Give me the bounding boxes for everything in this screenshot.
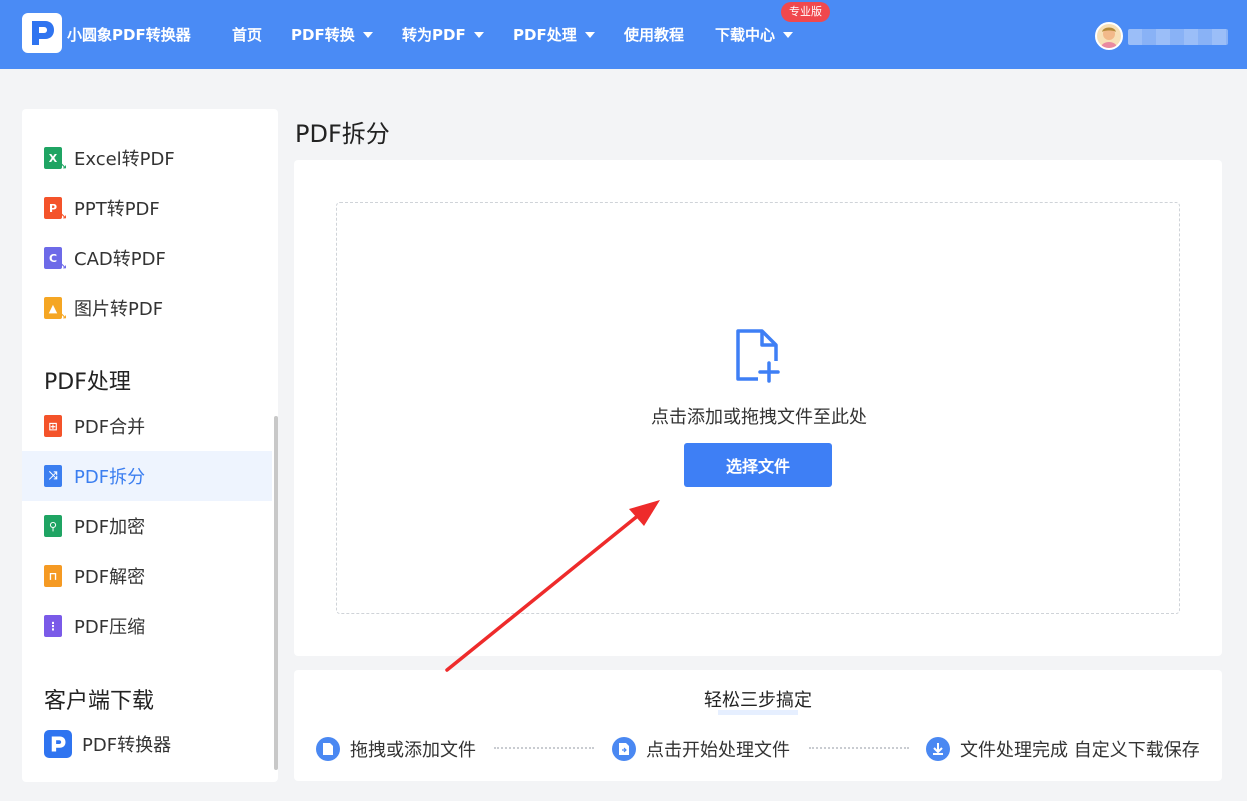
nav-download-center[interactable]: 下载中心 bbox=[715, 24, 794, 45]
user-name-blurred[interactable] bbox=[1128, 29, 1228, 45]
nav-tutorial[interactable]: 使用教程 bbox=[624, 24, 684, 45]
app-name[interactable]: 小圆象PDF转换器 bbox=[67, 24, 191, 45]
chevron-down-icon bbox=[584, 31, 595, 38]
step-label: 文件处理完成 自定义下载保存 bbox=[960, 740, 1200, 761]
sidebar-item-pdf-split[interactable]: ⤨ PDF拆分 bbox=[22, 451, 272, 501]
nav-pdf-convert[interactable]: PDF转换 bbox=[291, 24, 373, 45]
steps-title: 轻松三步搞定 bbox=[704, 690, 812, 711]
process-icon bbox=[612, 737, 636, 761]
merge-icon: ⊞ bbox=[44, 415, 62, 437]
section-title-client-download: 客户端下载 bbox=[44, 689, 155, 714]
sidebar-item-image-to-pdf[interactable]: ▲ ↘ 图片转PDF bbox=[22, 283, 272, 333]
sidebar-item-cad-to-pdf[interactable]: C ↘ CAD转PDF bbox=[22, 233, 272, 283]
sidebar-scrollbar[interactable] bbox=[274, 416, 278, 770]
app-logo-icon bbox=[44, 730, 72, 758]
sidebar-item-pdf-merge[interactable]: ⊞ PDF合并 bbox=[22, 401, 272, 451]
step-1: 拖拽或添加文件 bbox=[316, 736, 476, 762]
ppt-icon: P ↘ bbox=[44, 197, 67, 222]
add-file-icon bbox=[736, 329, 780, 383]
excel-icon: X ↘ bbox=[44, 147, 67, 172]
drop-hint: 点击添加或拖拽文件至此处 bbox=[651, 407, 867, 428]
step-label: 点击开始处理文件 bbox=[646, 740, 790, 761]
sidebar-item-label: 图片转PDF bbox=[74, 299, 164, 320]
compress-icon: ⋮ bbox=[44, 615, 62, 637]
chevron-down-icon bbox=[473, 31, 484, 38]
sidebar-item-label: Excel转PDF bbox=[74, 149, 175, 170]
sidebar-item-label: PDF压缩 bbox=[74, 617, 146, 638]
sidebar-item-label: PDF拆分 bbox=[74, 467, 146, 488]
sidebar-item-pdf-encrypt[interactable]: ⚲ PDF加密 bbox=[22, 501, 272, 551]
download-icon bbox=[926, 737, 950, 761]
chevron-down-icon bbox=[783, 31, 794, 38]
pro-badge: 专业版 bbox=[781, 2, 830, 22]
file-icon bbox=[316, 737, 340, 761]
sidebar-item-pdf-decrypt[interactable]: ⊓ PDF解密 bbox=[22, 551, 272, 601]
nav-pdf-process[interactable]: PDF处理 bbox=[513, 24, 595, 45]
app-logo-icon[interactable] bbox=[22, 13, 62, 53]
sidebar-item-label: PDF解密 bbox=[74, 567, 146, 588]
sidebar-item-label: PDF合并 bbox=[74, 417, 146, 438]
nav-home[interactable]: 首页 bbox=[232, 24, 262, 45]
sidebar-item-label: CAD转PDF bbox=[74, 249, 166, 270]
sidebar-item-ppt-to-pdf[interactable]: P ↘ PPT转PDF bbox=[22, 183, 272, 233]
encrypt-icon: ⚲ bbox=[44, 515, 62, 537]
select-file-button[interactable]: 选择文件 bbox=[684, 443, 832, 487]
top-header: 小圆象PDF转换器 首页 PDF转换 转为PDF PDF处理 使用教程 下载中心… bbox=[0, 0, 1247, 69]
sidebar: X ↘ Excel转PDF P ↘ PPT转PDF C ↘ CAD转PDF ▲ ↘ 图片… bbox=[22, 109, 278, 782]
sidebar-item-label: PDF加密 bbox=[74, 517, 146, 538]
sidebar-item-label: PDF转换器 bbox=[82, 735, 172, 756]
section-title-pdf-process: PDF处理 bbox=[44, 370, 131, 395]
upload-card: 点击添加或拖拽文件至此处 选择文件 bbox=[294, 160, 1222, 656]
split-icon: ⤨ bbox=[44, 465, 62, 487]
sidebar-item-excel-to-pdf[interactable]: X ↘ Excel转PDF bbox=[22, 133, 272, 183]
chevron-down-icon bbox=[362, 31, 373, 38]
sidebar-item-pdf-compress[interactable]: ⋮ PDF压缩 bbox=[22, 601, 272, 651]
file-dropzone[interactable]: 点击添加或拖拽文件至此处 选择文件 bbox=[336, 202, 1180, 614]
step-3: 文件处理完成 自定义下载保存 bbox=[926, 736, 1200, 762]
step-connector bbox=[494, 747, 594, 749]
step-label: 拖拽或添加文件 bbox=[350, 740, 476, 761]
sidebar-item-pdf-converter-client[interactable]: PDF转换器 bbox=[22, 719, 272, 769]
cad-icon: C ↘ bbox=[44, 247, 67, 272]
avatar[interactable] bbox=[1095, 22, 1123, 50]
sidebar-item-label: PPT转PDF bbox=[74, 199, 160, 220]
steps-card: 轻松三步搞定 拖拽或添加文件 点击开始处理文件 文件处理完成 自定义下载保存 bbox=[294, 670, 1222, 781]
nav-to-pdf[interactable]: 转为PDF bbox=[402, 24, 484, 45]
page-title: PDF拆分 bbox=[295, 120, 390, 148]
step-connector bbox=[809, 747, 909, 749]
decrypt-icon: ⊓ bbox=[44, 565, 62, 587]
step-2: 点击开始处理文件 bbox=[612, 736, 790, 762]
image-icon: ▲ ↘ bbox=[44, 297, 67, 322]
